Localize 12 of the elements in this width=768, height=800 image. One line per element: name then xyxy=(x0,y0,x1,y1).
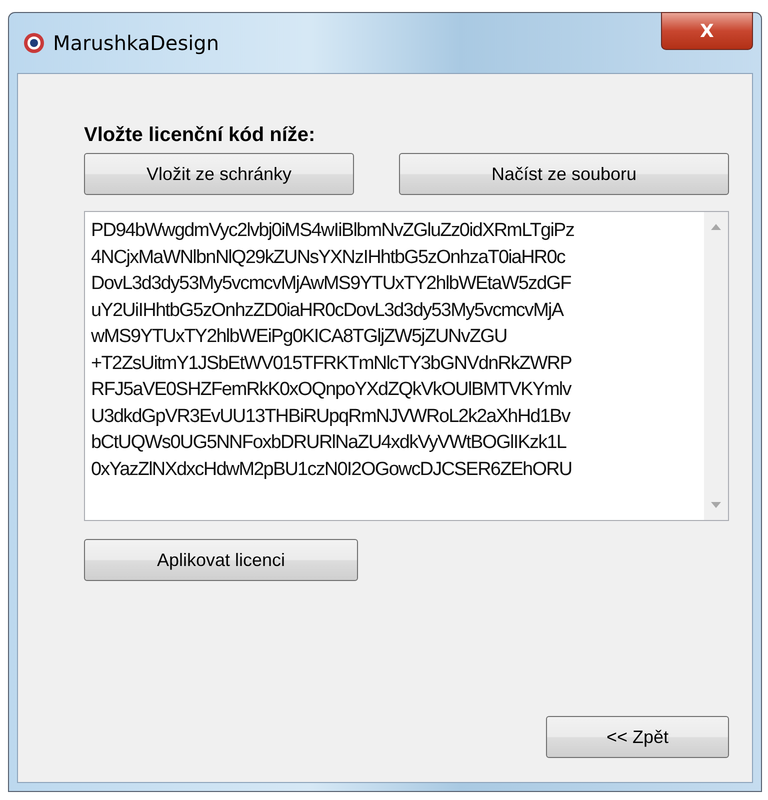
paste-clipboard-button[interactable]: Vložit ze schránky xyxy=(84,153,354,195)
scroll-down-icon[interactable] xyxy=(711,502,721,508)
license-code-field[interactable] xyxy=(84,211,729,521)
apply-license-button[interactable]: Aplikovat licenci xyxy=(84,539,358,581)
app-logo-icon xyxy=(23,32,45,54)
close-button[interactable]: X xyxy=(661,12,753,50)
back-button[interactable]: << Zpět xyxy=(546,716,729,758)
license-code-text: PD94bWwgdmVyc2lvbj0iMS4wIiBlbmNvZGluZz0idXRmLTgiPz 4NCjxMaWNlbnNlQ29kZUNsYXNzIHhtbG5zOnhzaT0iaHR0c DovL3d3dy53My5vcmcvMjAwMS9YTUxTY2hlbWEtaW5zdGF uY2UiIHhtbG5zOnhzZD0iaHR0cDovL3d3dy53My5vcmcvMjA wMS9YTUxTY2hlbWEiPg0KICA8TGljZW5jZUNvZGU +T2ZsUitmY1JSbEtWV015TFRKTmNlcTY3bGNVdnRkZWRP RFJ5aVE0SHZFemRkK0xOQnpoYXdZQkVkOUlBMTVKYmlv U3dkdGpVR3EvUU13THBiRUpqRmNJVWRoL2k2aXhHd1Bv bCtUQWs0UG5NNFoxbDRURlNaZU4xdkVyVWtBOGlIKzk1L 0xYazZlNXdxcHdwM2pBU1czN0I2OGowcDJCSER6ZEhORU xyxy=(90,219,575,482)
prompt-label: Vložte licenční kód níže: xyxy=(84,124,316,147)
window-title: MarushkaDesign xyxy=(53,31,220,55)
scroll-up-icon[interactable] xyxy=(711,224,721,230)
load-file-button[interactable]: Načíst ze souboru xyxy=(399,153,729,195)
